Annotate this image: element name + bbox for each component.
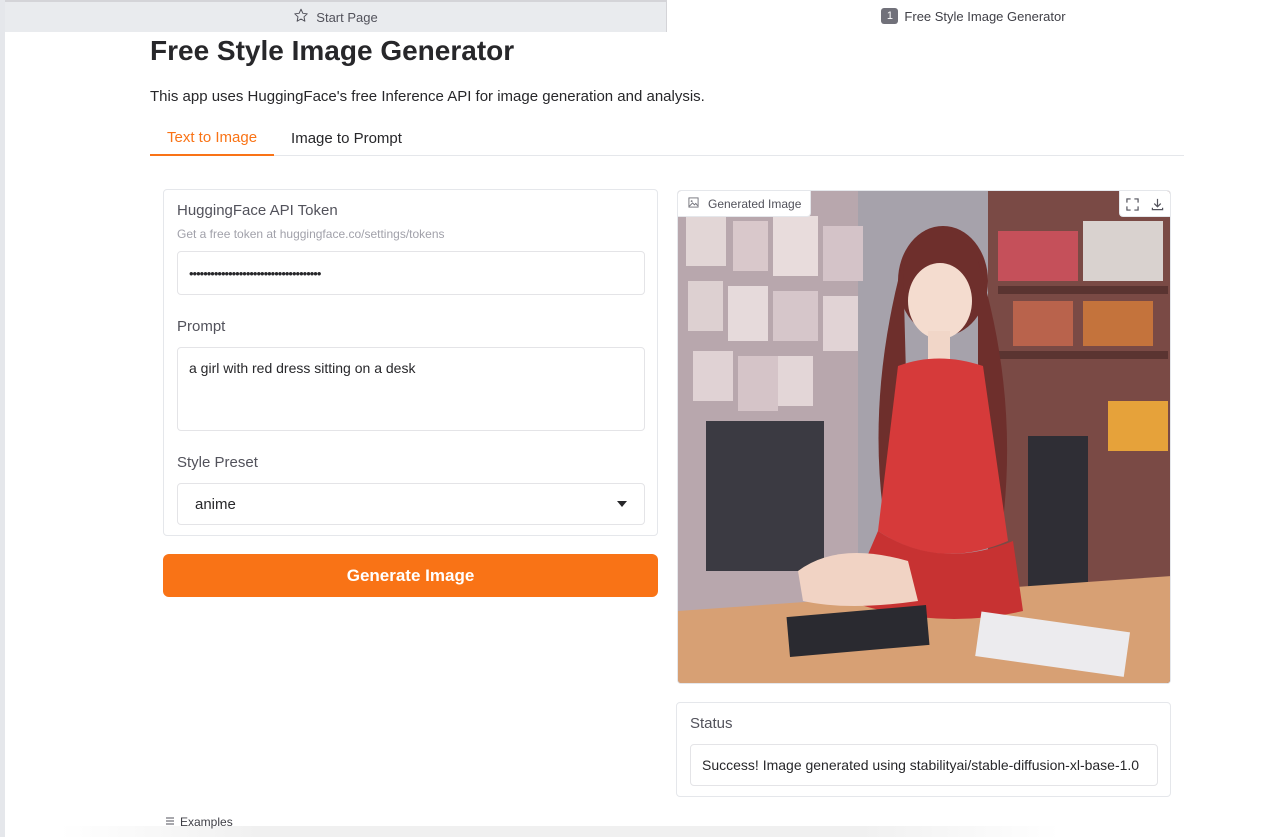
api-token-input[interactable]: ••••••••••••••••••••••••••••••••••••• [177,251,645,295]
generated-image [678,191,1170,683]
tab-image-generator-label: Free Style Image Generator [904,8,1066,24]
status-label: Status [690,715,733,732]
tab-number-badge: 1 [881,8,899,24]
status-panel: Status Success! Image generated using st… [676,702,1171,797]
tab-image-to-prompt[interactable]: Image to Prompt [274,121,419,156]
fullscreen-icon[interactable] [1120,191,1145,217]
image-label-badge: Generated Image [678,191,812,217]
style-preset-label: Style Preset [177,454,258,471]
prompt-textarea[interactable]: a girl with red dress sitting on a desk [177,347,645,431]
image-actions [1119,191,1170,217]
examples-label: Examples [180,815,233,829]
page-description: This app uses HuggingFace's free Inferen… [150,88,705,105]
status-output[interactable]: Success! Image generated using stability… [690,744,1158,786]
tab-text-to-image[interactable]: Text to Image [150,121,275,156]
list-icon [165,815,175,829]
image-icon [688,196,699,211]
generated-image-panel: Generated Image [677,190,1171,684]
mode-tabs: Text to Image Image to Prompt [150,121,1184,156]
input-panel: HuggingFace API Token Get a free token a… [163,189,658,536]
browser-tab-bar: Start Page 1 Free Style Image Generator [5,0,1280,32]
chevron-down-icon [617,501,627,507]
examples-toggle[interactable]: Examples [165,815,233,829]
page-title: Free Style Image Generator [150,35,515,66]
tab-start-page-label: Start Page [316,9,378,25]
tab-image-generator[interactable]: 1 Free Style Image Generator [667,0,1280,32]
window-edge [0,0,5,837]
prompt-label: Prompt [177,318,226,335]
tab-start-page[interactable]: Start Page [5,0,667,32]
style-preset-value: anime [195,495,236,513]
image-label-text: Generated Image [708,196,802,211]
star-icon [293,8,309,26]
download-icon[interactable] [1145,191,1170,217]
token-info: Get a free token at huggingface.co/setti… [177,227,445,241]
style-preset-dropdown[interactable]: anime [177,483,645,525]
generate-image-button[interactable]: Generate Image [163,554,658,597]
token-label: HuggingFace API Token [177,202,338,219]
